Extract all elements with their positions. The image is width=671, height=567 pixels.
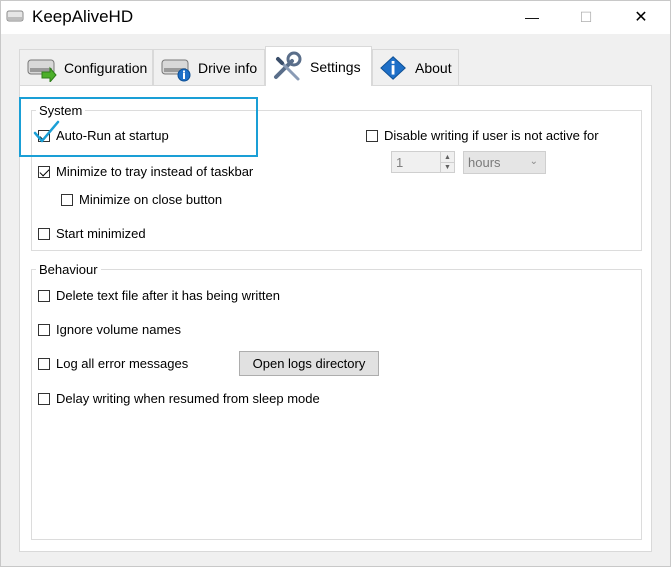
delete-text-checkbox-row[interactable]: Delete text file after it has being writ… — [38, 288, 280, 303]
chevron-down-icon: ⌄ — [529, 156, 538, 167]
close-button[interactable]: ✕ — [618, 1, 664, 33]
disable-writing-checkbox-row[interactable]: Disable writing if user is not active fo… — [366, 128, 599, 143]
delay-writing-checkbox-row[interactable]: Delay writing when resumed from sleep mo… — [38, 391, 320, 406]
autorun-label: Auto-Run at startup — [56, 128, 169, 143]
start-minimized-checkbox[interactable] — [38, 227, 50, 240]
ignore-volume-checkbox[interactable] — [38, 323, 50, 336]
close-icon: ✕ — [634, 9, 648, 26]
tab-about[interactable]: About — [372, 49, 459, 85]
minimize-tray-label: Minimize to tray instead of taskbar — [56, 164, 254, 179]
delete-text-checkbox[interactable] — [38, 289, 50, 302]
delay-writing-checkbox[interactable] — [38, 392, 50, 405]
minimize-tray-checkbox[interactable] — [38, 165, 50, 178]
checkmark-annotation-icon — [33, 120, 60, 143]
open-logs-button[interactable]: Open logs directory — [239, 351, 379, 376]
inactive-duration-value: 1 — [396, 155, 404, 170]
start-minimized-checkbox-row[interactable]: Start minimized — [38, 226, 146, 241]
tab-settings[interactable]: Settings — [265, 46, 372, 86]
drive-arrow-icon — [27, 59, 57, 82]
info-icon — [380, 55, 406, 80]
spin-down-icon[interactable]: ▼ — [440, 162, 454, 172]
tab-settings-label: Settings — [310, 58, 361, 75]
tab-drive-info[interactable]: Drive info — [153, 49, 265, 85]
minimize-button[interactable]: — — [509, 1, 555, 33]
inactive-duration-stepper[interactable]: 1 ▲ ▼ — [391, 151, 455, 173]
drive-info-icon — [161, 59, 191, 81]
log-errors-checkbox[interactable] — [38, 357, 50, 370]
tab-drive-info-label: Drive info — [198, 59, 258, 76]
maximize-button[interactable]: ☐ — [563, 1, 609, 33]
maximize-icon: ☐ — [579, 8, 593, 25]
log-errors-checkbox-row[interactable]: Log all error messages — [38, 356, 188, 371]
system-group-legend: System — [36, 103, 86, 118]
hard-drive-icon — [6, 10, 24, 22]
delete-text-label: Delete text file after it has being writ… — [56, 288, 281, 303]
start-minimized-label: Start minimized — [56, 226, 146, 241]
window-title: KeepAliveHD — [32, 7, 134, 26]
title-bar: KeepAliveHD — ☐ ✕ — [1, 1, 670, 34]
disable-writing-label: Disable writing if user is not active fo… — [384, 128, 599, 143]
minimize-close-label: Minimize on close button — [79, 192, 223, 207]
tab-about-label: About — [415, 59, 452, 76]
minimize-tray-checkbox-row[interactable]: Minimize to tray instead of taskbar — [38, 164, 253, 179]
app-window: KeepAliveHD — ☐ ✕ Configuration Drive in… — [0, 0, 671, 567]
ignore-volume-label: Ignore volume names — [56, 322, 182, 337]
minimize-close-checkbox[interactable] — [61, 193, 73, 206]
tab-configuration-label: Configuration — [64, 59, 148, 76]
behaviour-group-legend: Behaviour — [36, 262, 101, 277]
tab-configuration[interactable]: Configuration — [19, 49, 153, 85]
log-errors-label: Log all error messages — [56, 356, 189, 371]
minimize-icon: — — [525, 9, 539, 25]
inactive-unit-select[interactable]: hours ⌄ — [463, 151, 546, 174]
ignore-volume-checkbox-row[interactable]: Ignore volume names — [38, 322, 181, 337]
inactive-unit-value: hours — [468, 155, 501, 170]
wrench-screwdriver-icon — [274, 51, 302, 80]
minimize-close-checkbox-row[interactable]: Minimize on close button — [61, 192, 222, 207]
delay-writing-label: Delay writing when resumed from sleep mo… — [56, 391, 320, 406]
disable-writing-checkbox[interactable] — [366, 129, 378, 142]
spin-up-icon[interactable]: ▲ — [440, 152, 454, 162]
